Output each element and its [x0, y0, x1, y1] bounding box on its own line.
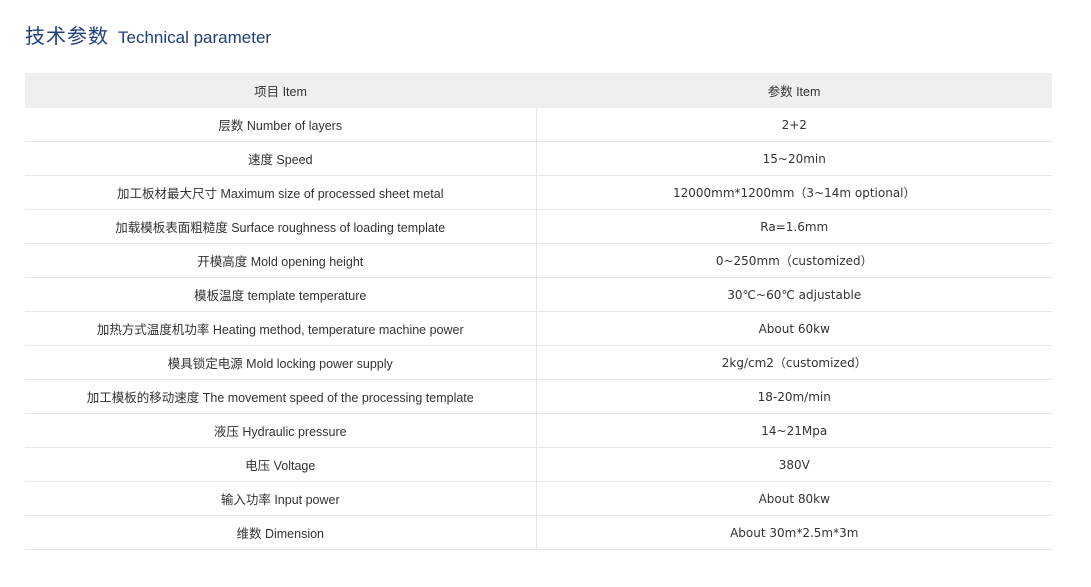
- table-header: 项目 Item 参数 Item: [25, 73, 1052, 108]
- table-row: 加热方式温度机功率 Heating method, temperature ma…: [25, 311, 1052, 346]
- item-cell: 维数 Dimension: [25, 515, 537, 550]
- item-cell: 液压 Hydraulic pressure: [25, 413, 537, 448]
- value-cell: 14~21Mpa: [536, 413, 1052, 448]
- technical-parameter-table: 项目 Item 参数 Item 层数 Number of layers 2+2 …: [25, 73, 1052, 550]
- table-row: 加工板材最大尺寸 Maximum size of processed sheet…: [25, 175, 1052, 210]
- value-cell: 12000mm*1200mm（3~14m optional）: [536, 175, 1052, 210]
- item-cell: 输入功率 Input power: [25, 481, 537, 516]
- item-cell: 加载模板表面粗糙度 Surface roughness of loading t…: [25, 209, 537, 244]
- item-cell: 加工模板的移动速度 The movement speed of the proc…: [25, 379, 537, 414]
- item-cell: 模具锁定电源 Mold locking power supply: [25, 345, 537, 380]
- table-row: 加载模板表面粗糙度 Surface roughness of loading t…: [25, 209, 1052, 244]
- item-cell: 速度 Speed: [25, 141, 537, 176]
- value-cell: About 30m*2.5m*3m: [536, 515, 1052, 550]
- table-row: 模板温度 template temperature 30℃~60℃ adjust…: [25, 277, 1052, 312]
- value-cell: 30℃~60℃ adjustable: [536, 277, 1052, 312]
- table-row: 速度 Speed 15~20min: [25, 141, 1052, 176]
- table-header-row: 项目 Item 参数 Item: [25, 73, 1052, 108]
- value-cell: 0~250mm（customized）: [536, 243, 1052, 278]
- column-header-parameter: 参数 Item: [536, 73, 1052, 108]
- value-cell: 15~20min: [536, 141, 1052, 176]
- table-row: 输入功率 Input power About 80kw: [25, 481, 1052, 516]
- item-cell: 层数 Number of layers: [25, 108, 537, 142]
- value-cell: About 60kw: [536, 311, 1052, 346]
- item-cell: 加工板材最大尺寸 Maximum size of processed sheet…: [25, 175, 537, 210]
- item-cell: 模板温度 template temperature: [25, 277, 537, 312]
- section-title-cn: 技术参数: [25, 24, 109, 48]
- value-cell: 2kg/cm2（customized）: [536, 345, 1052, 380]
- section-heading: 技术参数 Technical parameter: [25, 20, 271, 54]
- table-row: 开模高度 Mold opening height 0~250mm（customi…: [25, 243, 1052, 278]
- table-row: 维数 Dimension About 30m*2.5m*3m: [25, 515, 1052, 550]
- table-row: 电压 Voltage 380V: [25, 447, 1052, 482]
- table-row: 加工模板的移动速度 The movement speed of the proc…: [25, 379, 1052, 414]
- table-row: 模具锁定电源 Mold locking power supply 2kg/cm2…: [25, 345, 1052, 380]
- value-cell: 18-20m/min: [536, 379, 1052, 414]
- table-body: 层数 Number of layers 2+2 速度 Speed 15~20mi…: [25, 108, 1052, 550]
- section-title-en: Technical parameter: [118, 28, 272, 47]
- value-cell: Ra=1.6mm: [536, 209, 1052, 244]
- item-cell: 开模高度 Mold opening height: [25, 243, 537, 278]
- value-cell: 2+2: [536, 108, 1052, 142]
- table-row: 层数 Number of layers 2+2: [25, 108, 1052, 142]
- item-cell: 加热方式温度机功率 Heating method, temperature ma…: [25, 311, 537, 346]
- table-row: 液压 Hydraulic pressure 14~21Mpa: [25, 413, 1052, 448]
- value-cell: About 80kw: [536, 481, 1052, 516]
- value-cell: 380V: [536, 447, 1052, 482]
- item-cell: 电压 Voltage: [25, 447, 537, 482]
- column-header-item: 项目 Item: [25, 73, 536, 108]
